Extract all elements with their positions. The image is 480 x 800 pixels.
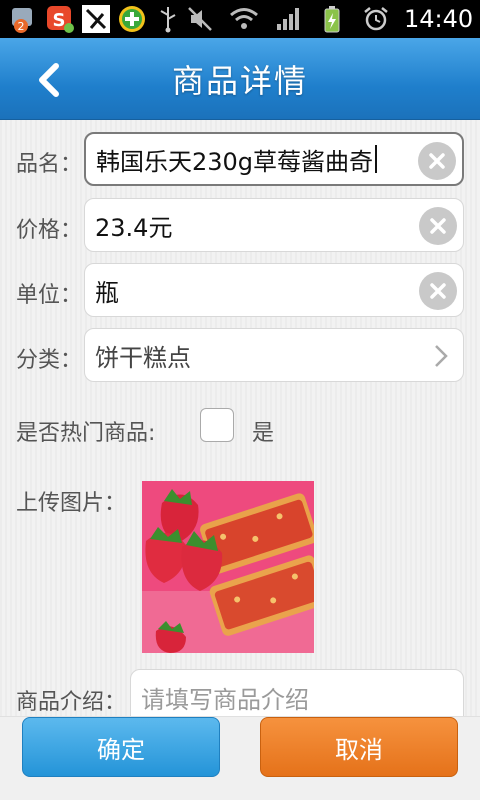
text-caret [375,145,378,173]
tool-icon [80,3,112,35]
usb-icon [152,3,184,35]
unit-input[interactable]: 瓶 [84,263,464,317]
notification-count: 2 [18,20,25,33]
clear-icon [429,153,445,169]
alarm-icon [360,3,392,35]
status-time: 14:40 [404,5,474,33]
sogou-icon: S [44,3,76,35]
clear-unit-button[interactable] [419,272,457,310]
upload-image-label: 上传图片： [16,491,127,516]
intro-label: 商品介绍： [16,690,127,715]
price-label: 价格： [16,218,83,243]
unit-value: 瓶 [95,278,119,307]
clear-name-button[interactable] [418,142,456,180]
hot-product-checkbox[interactable] [200,408,234,442]
page-title: 商品详情 [171,61,308,100]
product-image[interactable] [142,481,314,653]
clear-icon [430,218,446,234]
signal-icon [272,3,304,35]
name-value: 韩国乐天230g草莓酱曲奇 [96,147,374,176]
chevron-right-icon [435,345,448,367]
unit-label: 单位： [16,283,83,308]
intro-placeholder: 请填写商品介绍 [141,686,309,714]
plus-circle-icon [116,3,148,35]
status-bar: 2 S 14:40 [0,0,480,38]
svg-text:S: S [53,10,66,31]
title-bar: 商品详情 [0,38,480,120]
hot-product-option: 是 [252,421,275,446]
wifi-icon [228,3,260,35]
cancel-button[interactable]: 取消 [260,717,458,777]
product-form: 品名： 韩国乐天230g草莓酱曲奇 价格： 23.4元 单位： 瓶 分类： 饼干… [0,120,480,716]
price-input[interactable]: 23.4元 [84,198,464,252]
clear-price-button[interactable] [419,207,457,245]
back-arrow-icon [39,63,59,97]
intro-input[interactable]: 请填写商品介绍 [130,669,464,716]
category-label: 分类： [16,348,83,373]
hot-product-label: 是否热门商品: [16,421,156,446]
battery-icon [316,3,348,35]
category-select[interactable]: 饼干糕点 [84,328,464,382]
back-button[interactable] [26,58,70,102]
category-value: 饼干糕点 [95,343,191,372]
name-input[interactable]: 韩国乐天230g草莓酱曲奇 [84,132,464,186]
bottom-action-bar: 确定 取消 [0,716,480,800]
android-badge-icon: 2 [8,3,40,35]
mute-icon [184,3,216,35]
name-label: 品名： [16,152,83,177]
price-value: 23.4元 [95,213,173,242]
clear-icon [430,283,446,299]
confirm-button[interactable]: 确定 [22,717,220,777]
